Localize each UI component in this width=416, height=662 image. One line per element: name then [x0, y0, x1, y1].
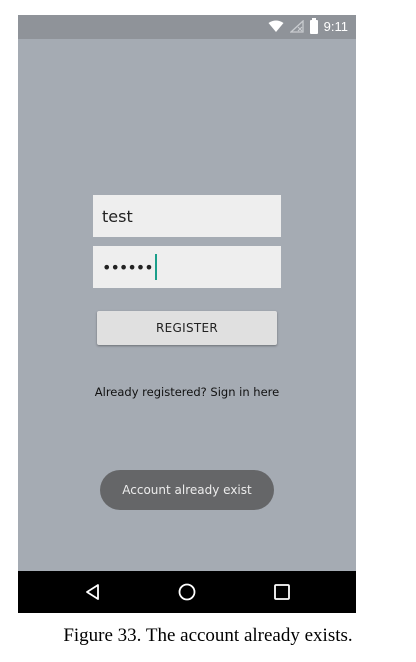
text-cursor — [154, 254, 157, 280]
back-icon[interactable] — [83, 582, 103, 602]
status-icons: 9:11 — [268, 17, 348, 34]
toast-message: Account already exist — [100, 470, 274, 510]
signin-link[interactable]: Already registered? Sign in here — [18, 385, 356, 399]
username-value: test — [102, 206, 133, 226]
register-button[interactable]: REGISTER — [97, 311, 277, 345]
password-value: •••••• — [102, 257, 154, 277]
home-icon[interactable] — [177, 582, 197, 602]
password-input[interactable]: •••••• — [93, 246, 281, 288]
status-bar: 9:11 — [18, 15, 356, 39]
status-time: 9:11 — [323, 19, 348, 34]
phone-screen: 9:11 test •••••• REGISTER Already regist… — [18, 15, 356, 613]
navigation-bar — [18, 571, 356, 613]
wifi-icon — [268, 20, 284, 32]
battery-icon — [309, 17, 318, 34]
no-signal-icon — [289, 20, 304, 33]
figure-caption: Figure 33. The account already exists. — [63, 625, 353, 646]
username-input[interactable]: test — [93, 195, 281, 237]
recents-icon[interactable] — [272, 582, 292, 602]
